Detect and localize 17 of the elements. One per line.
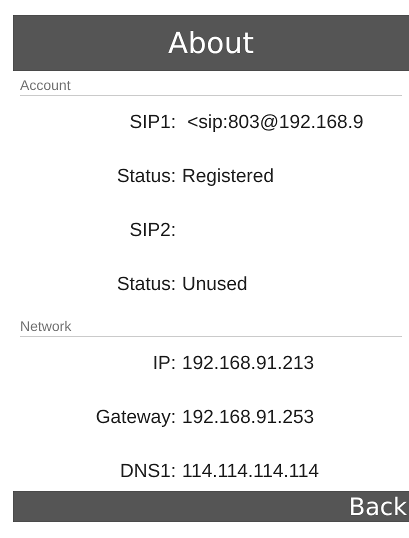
field-value: Registered [182, 166, 274, 188]
field-label: Status: [116, 274, 176, 296]
field-value: Unused [182, 274, 248, 296]
field-label: SIP1: [128, 112, 176, 134]
screen-title: About [168, 26, 254, 60]
back-button[interactable]: Back [346, 492, 409, 520]
field-label: SIP2: [128, 220, 176, 242]
field-value: 114.114.114.114 [182, 461, 319, 483]
field-label: Status: [116, 166, 176, 188]
section-heading: Network [20, 312, 402, 337]
field-value: 192.168.91.253 [182, 407, 314, 429]
field-label: Gateway: [94, 407, 176, 429]
field-value: <sip:803@192.168.9 [186, 112, 364, 134]
field-label: IP: [152, 353, 176, 375]
section-heading: Account [20, 71, 402, 96]
field-label: DNS1: [119, 461, 176, 483]
field-value: 192.168.91.213 [182, 353, 314, 375]
